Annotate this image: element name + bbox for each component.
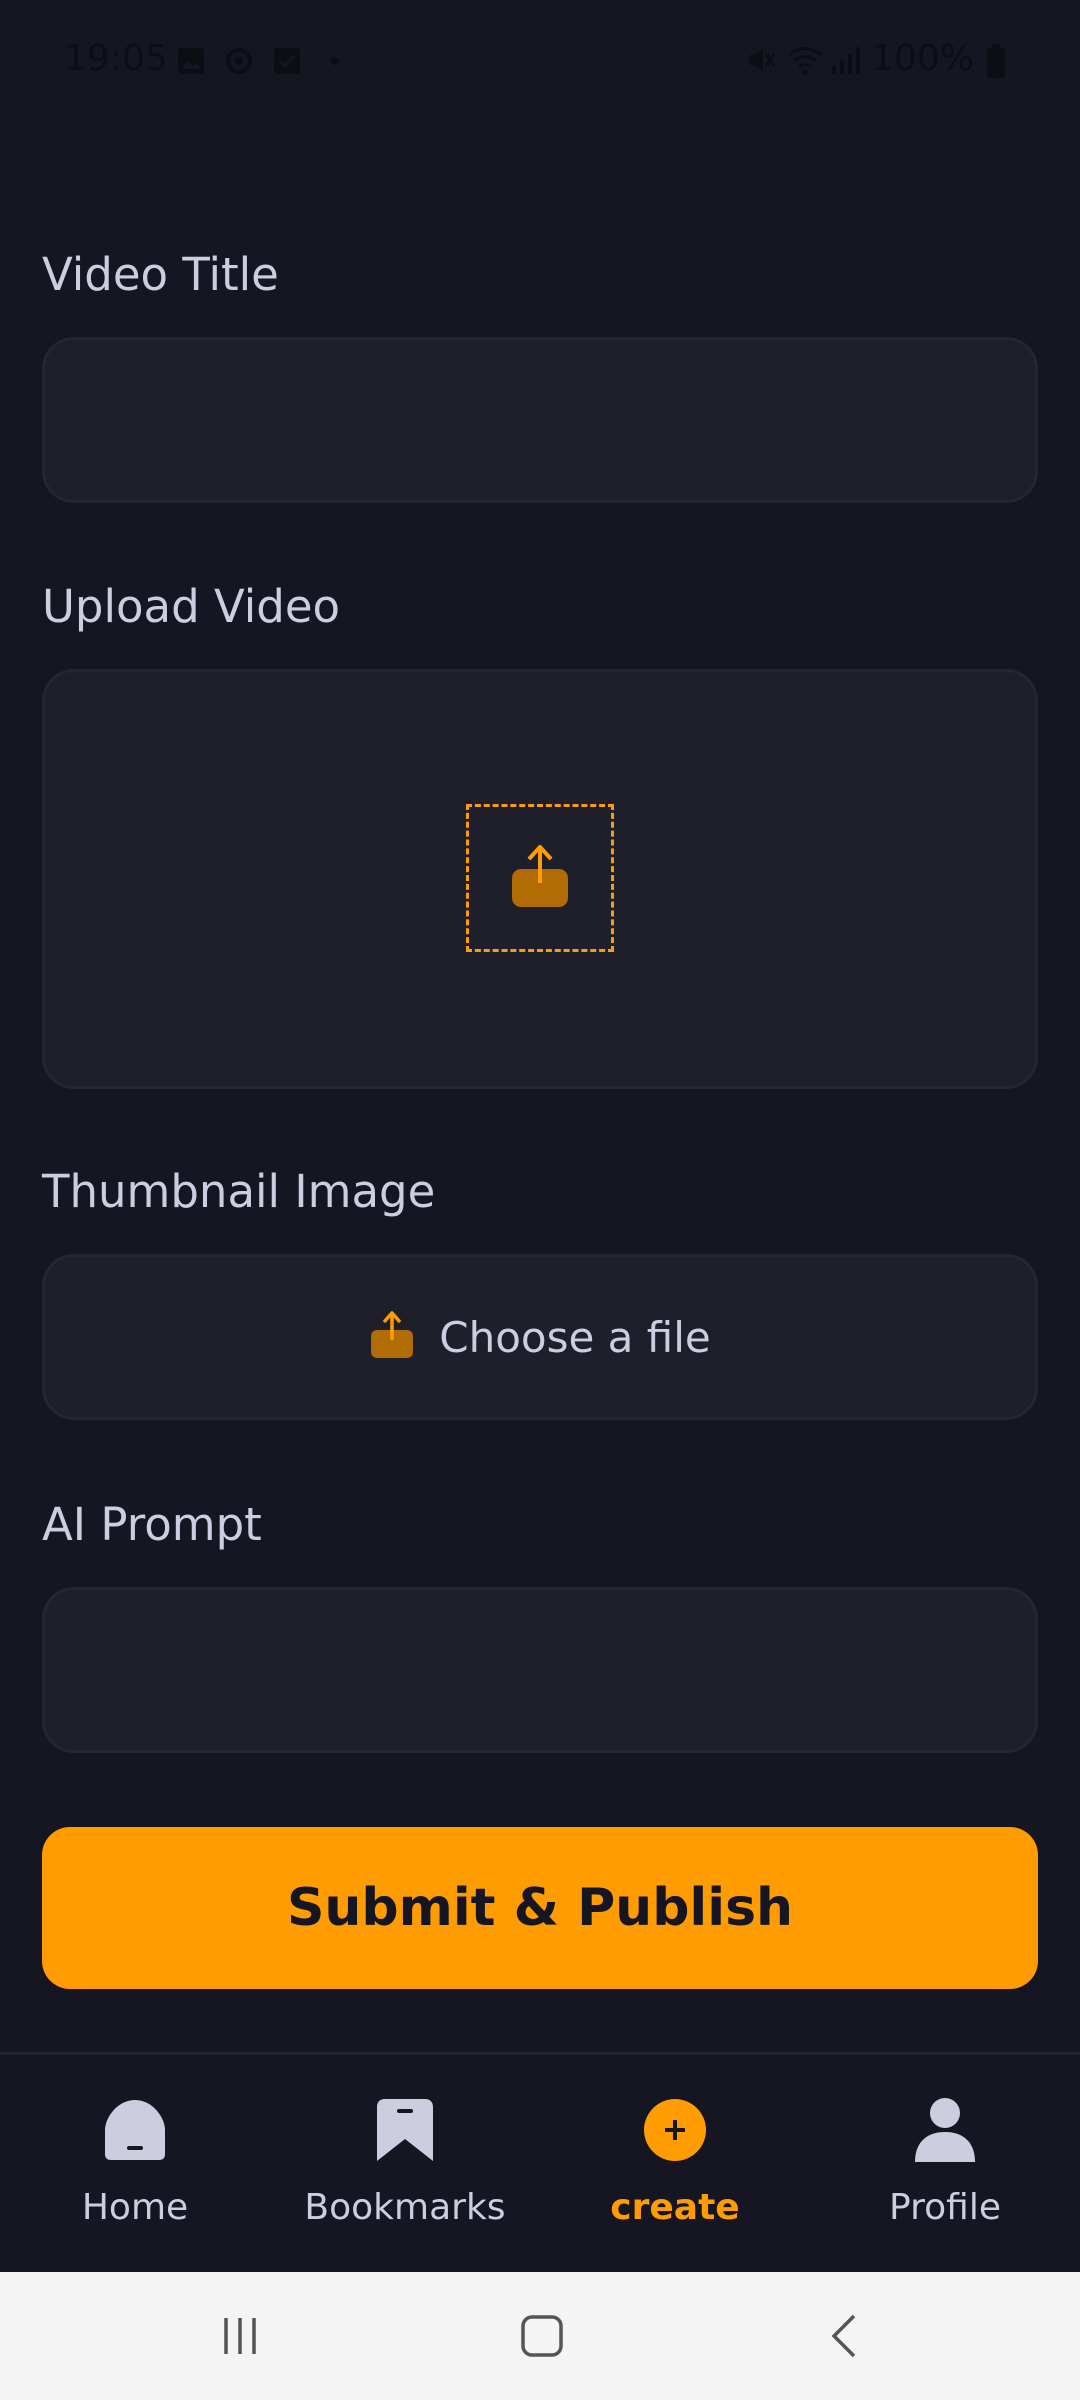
nav-item-home[interactable]: Home xyxy=(0,2095,270,2255)
nav-label-bookmarks: Bookmarks xyxy=(304,2187,506,2228)
upload-icon xyxy=(369,1310,415,1364)
ai-prompt-label: AI Prompt xyxy=(42,1498,262,1551)
submit-publish-button[interactable]: Submit & Publish xyxy=(42,1827,1038,1989)
nav-item-create[interactable]: create xyxy=(540,2095,810,2255)
battery-icon xyxy=(986,43,1016,78)
status-right: 100% xyxy=(745,38,1016,79)
status-bar: 19:05 100% xyxy=(0,0,1080,120)
thumbnail-upload-button[interactable]: Choose a file xyxy=(42,1254,1038,1420)
upload-icon xyxy=(510,843,570,913)
status-left-icons xyxy=(176,44,350,74)
create-screen: 19:05 100% Video Title Upload Video Thum… xyxy=(0,0,1080,2400)
dot-icon xyxy=(320,44,350,74)
thumbnail-image-label: Thumbnail Image xyxy=(42,1165,436,1218)
profile-icon xyxy=(910,2095,980,2165)
ai-prompt-input[interactable] xyxy=(42,1587,1038,1753)
nav-label-home: Home xyxy=(81,2187,189,2228)
wifi-icon xyxy=(787,44,823,75)
back-button[interactable] xyxy=(816,2306,876,2366)
status-time: 19:05 xyxy=(64,38,168,79)
nav-item-profile[interactable]: Profile xyxy=(810,2095,1080,2255)
battery-percent: 100% xyxy=(871,38,974,79)
sync-icon xyxy=(224,44,254,74)
bottom-nav: Home Bookmarks create Profile xyxy=(0,2052,1080,2272)
check-box-icon xyxy=(272,44,302,74)
plus-icon xyxy=(640,2095,710,2165)
nav-label-profile: Profile xyxy=(889,2187,1001,2228)
upload-video-label: Upload Video xyxy=(42,580,341,633)
mute-icon xyxy=(745,44,776,74)
video-title-label: Video Title xyxy=(42,248,279,301)
nav-item-bookmarks[interactable]: Bookmarks xyxy=(270,2095,540,2255)
image-icon xyxy=(176,44,206,74)
home-system-button[interactable] xyxy=(512,2306,572,2366)
choose-file-label: Choose a file xyxy=(439,1312,711,1362)
home-icon xyxy=(100,2095,170,2165)
bookmark-icon xyxy=(370,2095,440,2165)
signal-icon xyxy=(829,44,861,74)
recents-button[interactable] xyxy=(210,2306,270,2366)
video-title-input[interactable] xyxy=(42,337,1038,503)
choose-file-content: Choose a file xyxy=(45,1257,1035,1417)
system-nav-bar xyxy=(0,2272,1080,2400)
nav-label-create: create xyxy=(610,2187,740,2228)
upload-video-button[interactable] xyxy=(466,804,614,952)
